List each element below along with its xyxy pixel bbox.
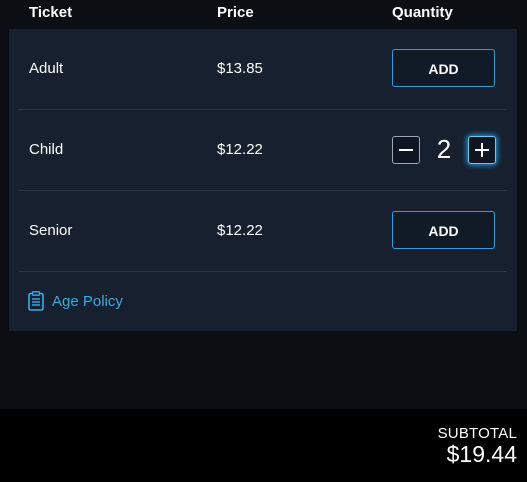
ticket-name: Child (29, 141, 64, 158)
add-adult-button[interactable]: ADD (392, 49, 495, 87)
clipboard-icon (28, 291, 44, 311)
child-quantity-stepper: 2 (392, 134, 500, 167)
quantity-column-header: Quantity (392, 4, 453, 21)
ticket-name: Adult (29, 60, 64, 77)
subtotal-value: $19.44 (446, 441, 517, 467)
decrease-quantity-button[interactable] (392, 136, 420, 164)
ticket-price: $12.22 (217, 141, 263, 158)
ticket-row-child: Child $12.22 2 (19, 110, 507, 191)
age-policy-link[interactable]: Age Policy (28, 289, 123, 313)
ticket-price: $12.22 (217, 222, 263, 239)
ticket-row-senior: Senior $12.22 ADD (19, 191, 507, 272)
price-column-header: Price (217, 4, 254, 21)
table-header: Ticket Price Quantity (0, 0, 527, 28)
ticket-column-header: Ticket (29, 4, 73, 21)
child-quantity-value: 2 (436, 134, 452, 164)
subtotal-label: SUBTOTAL (437, 425, 517, 442)
add-senior-button[interactable]: ADD (392, 211, 495, 249)
ticket-price: $13.85 (217, 60, 263, 77)
minus-icon (399, 149, 413, 151)
increase-quantity-button[interactable] (468, 136, 496, 164)
ticket-row-adult: Adult $13.85 ADD (19, 29, 507, 110)
plus-icon (475, 143, 489, 157)
age-policy-label: Age Policy (52, 292, 123, 310)
ticket-panel: Adult $13.85 ADD Child $12.22 2 Senior $… (9, 29, 517, 331)
ticket-name: Senior (29, 222, 73, 239)
subtotal-bar: SUBTOTAL $19.44 (0, 409, 527, 482)
